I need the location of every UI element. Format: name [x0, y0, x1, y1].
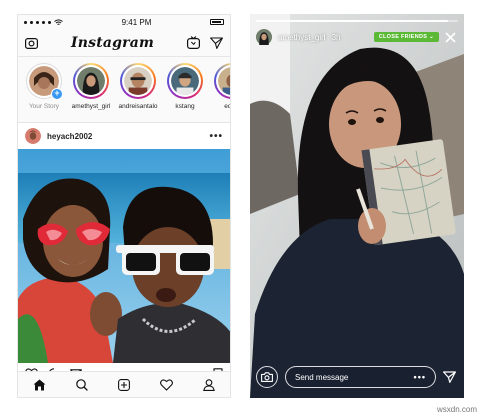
chevron-down-icon: ⌄ [429, 34, 434, 40]
avatar [25, 128, 41, 144]
battery-icon [209, 19, 224, 25]
igtv-icon[interactable] [187, 36, 200, 49]
story-time: 3h [331, 32, 341, 42]
avatar[interactable] [256, 29, 272, 45]
post-header: heyach2002 ••• [18, 123, 230, 149]
story-footer: Send message ••• [256, 365, 456, 389]
story-item-kstang[interactable]: kstang [165, 63, 205, 122]
story-label: Your Story [28, 103, 60, 110]
story-image[interactable] [250, 14, 464, 398]
story-label: edsal [224, 103, 230, 110]
send-message-input[interactable]: Send message ••• [285, 366, 436, 388]
more-options-icon[interactable]: ••• [414, 372, 426, 382]
status-bar: 9:41 PM [18, 15, 230, 29]
stories-tray: + Your Story amethyst_girl andreisantalo… [18, 57, 230, 123]
avatar [124, 67, 152, 95]
story-label: andreisantalo [118, 103, 158, 110]
avatar [218, 67, 230, 95]
message-placeholder: Send message [295, 372, 349, 382]
direct-icon[interactable] [210, 36, 223, 49]
story-item-your-story[interactable]: + Your Story [24, 63, 64, 122]
post-image[interactable] [18, 149, 231, 363]
story-ring: + [26, 63, 63, 100]
close-friends-badge: CLOSE FRIENDS ⌄ [373, 32, 439, 42]
add-story-icon[interactable]: + [51, 88, 63, 100]
story-item-edsal[interactable]: edsal [212, 63, 230, 122]
signal-indicator [24, 18, 63, 26]
camera-icon[interactable] [256, 366, 278, 388]
close-icon[interactable] [445, 31, 456, 43]
send-icon[interactable] [443, 371, 456, 383]
bottom-nav [18, 371, 230, 397]
status-time: 9:41 PM [121, 17, 152, 27]
feed-screen: 9:41 PM Instagram + Your Story amethyst_… [17, 14, 231, 398]
post-username: heyach2002 [47, 131, 93, 141]
close-friends-label: CLOSE FRIENDS [378, 34, 428, 40]
home-icon[interactable] [33, 379, 46, 391]
activity-icon[interactable] [160, 378, 173, 391]
search-icon[interactable] [76, 378, 88, 391]
app-header: Instagram [18, 29, 230, 57]
story-label: amethyst_girl [71, 103, 111, 110]
story-ring [214, 63, 230, 99]
story-label: kstang [175, 103, 195, 110]
story-ring [120, 63, 156, 99]
story-ring [167, 63, 203, 99]
story-username[interactable]: amethyst_girl [278, 33, 326, 42]
avatar [171, 67, 199, 95]
add-icon[interactable] [118, 378, 130, 391]
more-options-icon[interactable]: ••• [209, 131, 223, 142]
header-actions [187, 36, 223, 49]
wifi-icon [54, 18, 63, 25]
app-logo: Instagram [71, 34, 154, 51]
post-user[interactable]: heyach2002 [25, 128, 92, 144]
camera-icon[interactable] [25, 37, 38, 49]
profile-icon[interactable] [203, 378, 215, 391]
story-progress-fill [256, 20, 448, 22]
avatar [77, 67, 105, 95]
story-header: amethyst_girl 3h CLOSE FRIENDS ⌄ [256, 27, 456, 47]
status-right [209, 19, 224, 25]
story-progress-bar [256, 20, 458, 22]
story-ring [73, 63, 109, 99]
story-item-amethyst-girl[interactable]: amethyst_girl [71, 63, 111, 122]
story-screen: amethyst_girl 3h CLOSE FRIENDS ⌄ Send me… [250, 14, 464, 398]
watermark: wsxdn.com [436, 405, 477, 414]
story-item-andreisantalo[interactable]: andreisantalo [118, 63, 158, 122]
